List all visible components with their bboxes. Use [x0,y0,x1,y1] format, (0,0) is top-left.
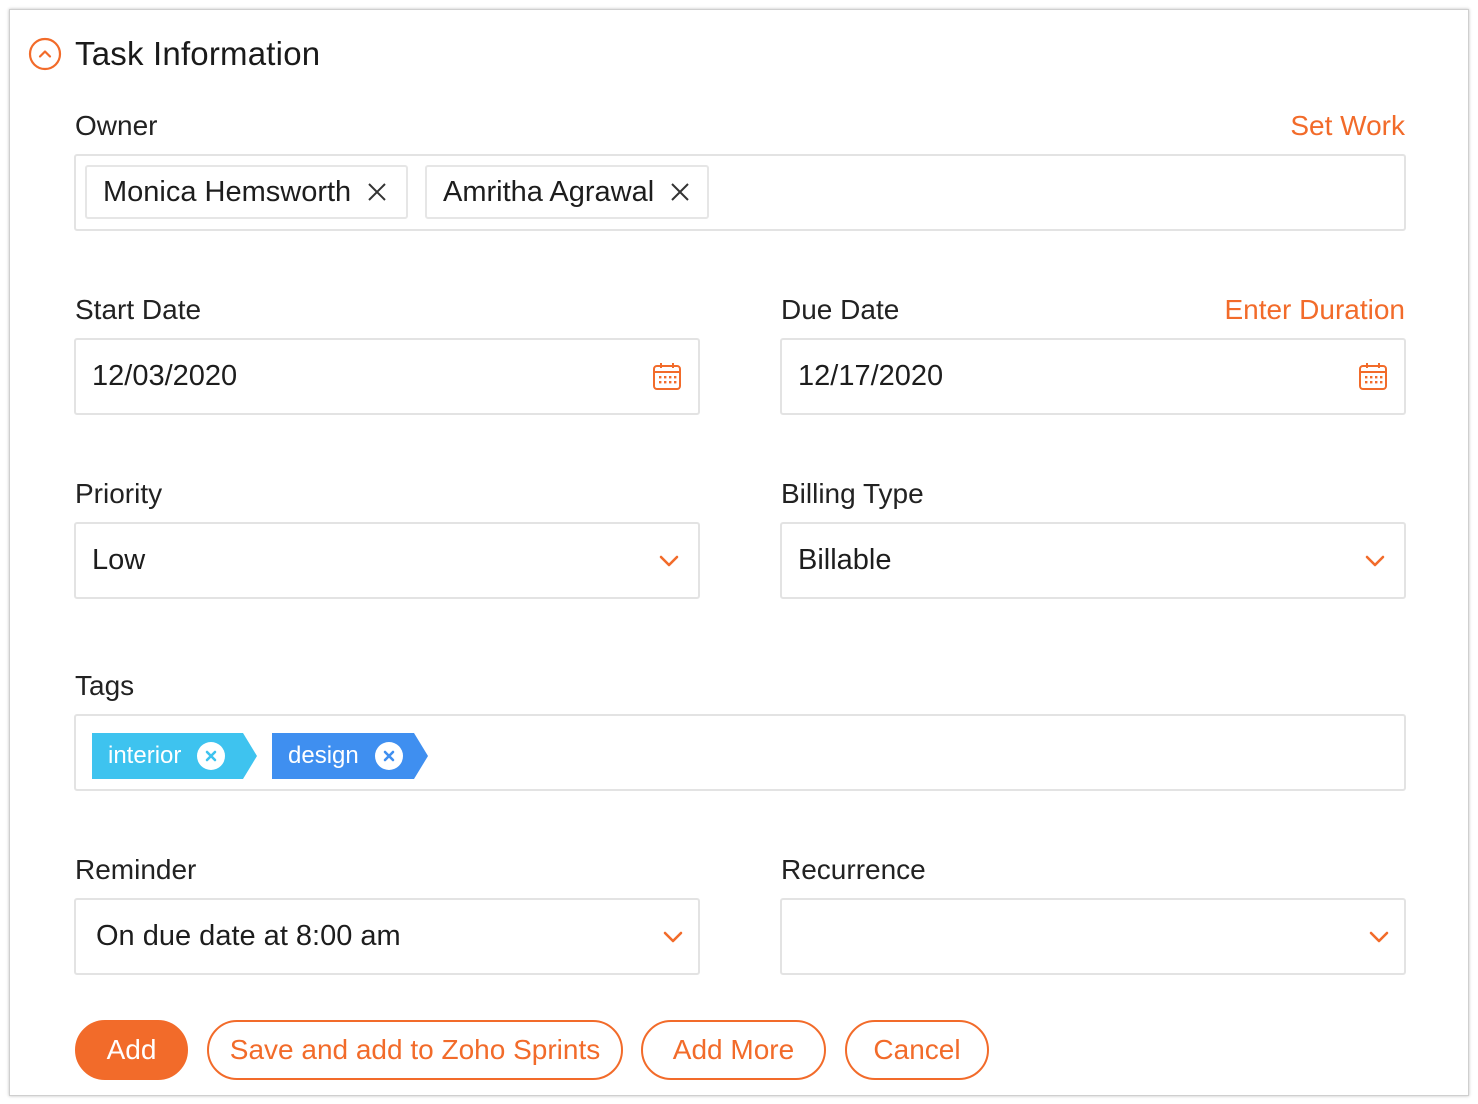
reminder-value: On due date at 8:00 am [96,920,401,952]
owner-field[interactable]: Monica Hemsworth Amritha Agrawal [74,154,1406,231]
close-circle-icon[interactable] [197,742,225,770]
owner-label: Owner [75,110,158,141]
reminder-select[interactable]: On due date at 8:00 am [74,898,700,975]
close-circle-icon[interactable] [375,742,403,770]
tag-chip-label: design [288,742,359,769]
start-date-label: Start Date [75,294,202,325]
add-button[interactable]: Add [75,1020,188,1080]
recurrence-label: Recurrence [781,854,926,885]
tag-chip-label: interior [108,742,182,769]
start-date-value: 12/03/2020 [92,360,238,392]
chevron-down-icon[interactable] [1364,552,1386,570]
calendar-icon[interactable] [652,362,682,392]
tag-chip-design: design [272,733,428,779]
due-date-label: Due Date [781,294,900,325]
section-header[interactable]: Task Information [28,34,320,74]
owner-chip: Monica Hemsworth [85,165,408,219]
billing-type-value: Billable [798,544,892,576]
recurrence-select[interactable] [780,898,1406,975]
section-title: Task Information [75,35,321,72]
tags-label: Tags [75,670,135,701]
chevron-down-icon[interactable] [1368,928,1390,946]
owner-chip: Amritha Agrawal [425,165,709,219]
tag-chip-interior: interior [92,733,257,779]
chevron-down-icon[interactable] [662,928,684,946]
priority-value: Low [92,544,146,576]
enter-duration-link[interactable]: Enter Duration [1224,294,1405,326]
calendar-icon[interactable] [1358,362,1388,392]
set-work-link[interactable]: Set Work [1290,110,1405,142]
start-date-input[interactable]: 12/03/2020 [74,338,700,415]
close-icon[interactable] [670,182,690,202]
chevron-down-icon[interactable] [658,552,680,570]
save-and-add-to-sprints-button[interactable]: Save and add to Zoho Sprints [207,1020,623,1080]
billing-type-select[interactable]: Billable [780,522,1406,599]
close-icon[interactable] [367,182,387,202]
due-date-input[interactable]: 12/17/2020 [780,338,1406,415]
owner-chip-name: Amritha Agrawal [443,175,655,208]
priority-select[interactable]: Low [74,522,700,599]
billing-type-label: Billing Type [781,478,924,509]
priority-label: Priority [75,478,163,509]
cancel-button[interactable]: Cancel [845,1020,989,1080]
owner-chip-name: Monica Hemsworth [103,175,352,208]
reminder-label: Reminder [75,854,197,885]
due-date-value: 12/17/2020 [798,360,944,392]
chevron-up-circle-icon[interactable] [28,37,62,71]
tags-input[interactable]: interior design [74,714,1406,791]
add-more-button[interactable]: Add More [641,1020,826,1080]
